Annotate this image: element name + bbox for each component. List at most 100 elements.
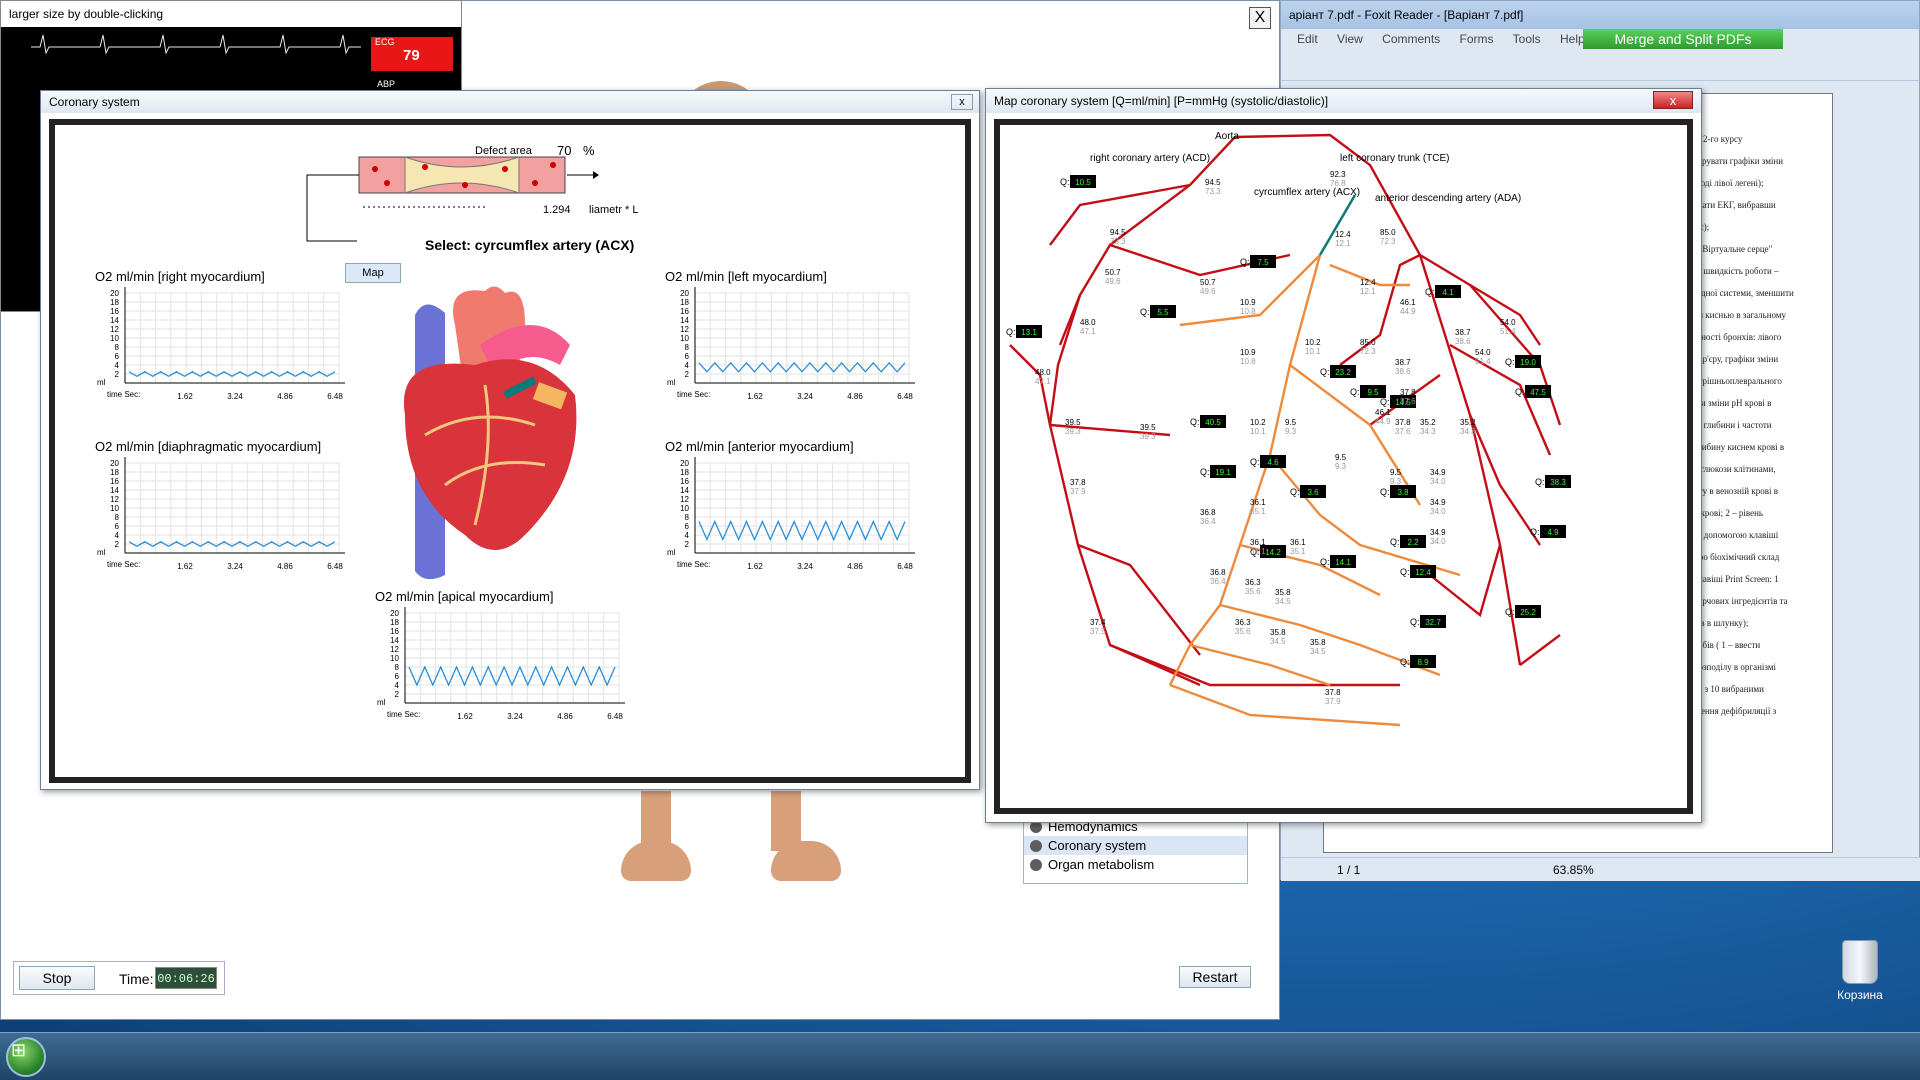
pressure-diastolic: 37.6: [1395, 427, 1411, 436]
pressure-systolic: 94.5: [1205, 178, 1221, 187]
pressure-diastolic: 72.3: [1380, 237, 1396, 246]
time-value: 00:06:26: [155, 967, 217, 989]
pressure-systolic: 92.3: [1330, 170, 1346, 179]
pdf-text-line: увати ЕКГ, вибравши: [1694, 200, 1776, 210]
menu-forms[interactable]: Forms: [1460, 32, 1494, 46]
recycle-bin[interactable]: Корзина: [1820, 940, 1900, 1002]
flow-value: 5.5: [1157, 308, 1169, 317]
pressure-systolic: 35.8: [1275, 588, 1291, 597]
pressure-systolic: 9.5: [1335, 453, 1347, 462]
pressure-diastolic: 34.3: [1460, 427, 1476, 436]
flow-q-label: Q:: [1515, 387, 1525, 397]
vessel-segment: [1419, 253, 1562, 426]
flow-value: 38.3: [1550, 478, 1566, 487]
menu-tools[interactable]: Tools: [1513, 32, 1541, 46]
flow-q-label: Q:: [1320, 557, 1330, 567]
map-title: Map coronary system [Q=ml/min] [P=mmHg (…: [986, 89, 1701, 113]
pressure-diastolic: 73.3: [1205, 187, 1221, 196]
pdf-text-line: тів в шлунку);: [1694, 618, 1749, 628]
menu-edit[interactable]: Edit: [1297, 32, 1318, 46]
pressure-diastolic: 36.4: [1210, 577, 1226, 586]
flow-value: 40.5: [1205, 418, 1221, 427]
flow-q-label: Q:: [1400, 657, 1410, 667]
menu-item-organ-metabolism[interactable]: Organ metabolism: [1024, 855, 1247, 874]
pressure-diastolic: 34.0: [1430, 537, 1446, 546]
vessel-segment: [1169, 683, 1401, 727]
pressure-systolic: 36.3: [1245, 578, 1261, 587]
y-tick-label: 2: [115, 540, 120, 549]
flow-value: 25.2: [1520, 608, 1536, 617]
chart-title: O2 ml/min [anterior myocardium]: [665, 439, 854, 454]
pressure-diastolic: 10.8: [1240, 307, 1256, 316]
flow-q-label: Q:: [1535, 477, 1545, 487]
pressure-diastolic: 38.6: [1395, 367, 1411, 376]
pressure-diastolic: 38.6: [1455, 337, 1471, 346]
merge-split-button[interactable]: Merge and Split PDFs: [1583, 29, 1783, 49]
page-indicator[interactable]: 1 / 1: [1337, 858, 1360, 882]
y-tick-label: 18: [110, 468, 119, 477]
map-window[interactable]: Map coronary system [Q=ml/min] [P=mmHg (…: [985, 88, 1702, 823]
pdf-text-line: глибину киснем крові в: [1694, 442, 1785, 452]
pressure-systolic: 35.8: [1310, 638, 1326, 647]
restart-button[interactable]: Restart: [1179, 966, 1251, 988]
pdf-text-line: в крові; 2 – рівень: [1694, 508, 1763, 518]
taskbar: ⊞: [0, 1032, 1920, 1080]
flow-value: 19.0: [1520, 358, 1536, 367]
zoom-level[interactable]: 63.85%: [1553, 858, 1594, 882]
vessel-segment: [1058, 294, 1082, 346]
coronary-window[interactable]: Coronary system x Defect area 70 % 1.294…: [40, 90, 980, 790]
menu-comments[interactable]: Comments: [1382, 32, 1440, 46]
pressure-systolic: 50.7: [1105, 268, 1121, 277]
menu-item-coronary[interactable]: Coronary system: [1024, 836, 1247, 855]
pressure-diastolic: 47.1: [1035, 377, 1051, 386]
pressure-systolic: 35.2: [1460, 418, 1476, 427]
y-tick-label: 8: [685, 343, 690, 352]
y-tick-label: 16: [680, 477, 689, 486]
flow-value: 3.6: [1307, 488, 1319, 497]
vessel-segment: [1048, 136, 1236, 687]
close-button[interactable]: X: [1249, 7, 1271, 29]
chart-left-myocardium: O2 ml/min [left myocardium] 20 18 16 14 12 10…: [665, 269, 925, 409]
pdf-text-line: ілення дефібриляції з: [1694, 706, 1777, 716]
pressure-systolic: 9.5: [1390, 468, 1402, 477]
y-tick-label: 16: [110, 477, 119, 486]
pressure-diastolic: 10.1: [1250, 427, 1266, 436]
defect-label: Defect area: [475, 145, 532, 157]
y-tick-label: 14: [680, 316, 689, 325]
y-tick-label: 4: [115, 531, 120, 540]
stop-button[interactable]: Stop: [19, 966, 95, 990]
menu-view[interactable]: View: [1337, 32, 1363, 46]
y-tick-label: 10: [680, 504, 689, 513]
pressure-systolic: 50.7: [1200, 278, 1216, 287]
y-tick-label: 16: [110, 307, 119, 316]
pdf-text-line: нту в венозній крові в: [1694, 486, 1778, 496]
pressure-systolic: 10.9: [1240, 348, 1256, 357]
x-tick-label: 3.24: [227, 392, 243, 401]
pressure-diastolic: 39.3: [1065, 427, 1081, 436]
pressure-systolic: 37.8: [1395, 418, 1411, 427]
close-icon[interactable]: x: [951, 94, 973, 110]
time-label: Time:: [119, 971, 154, 987]
pressure-systolic: 34.9: [1430, 528, 1446, 537]
pressure-diastolic: 37.6: [1400, 397, 1416, 406]
close-icon[interactable]: x: [1653, 91, 1693, 109]
pressure-diastolic: 47.1: [1080, 327, 1096, 336]
flow-q-label: Q:: [1380, 397, 1390, 407]
pdf-text-line: іводі лівої легені);: [1694, 178, 1764, 188]
pdf-text-line: за допомогою клавіші: [1694, 530, 1779, 540]
flow-q-label: Q:: [1320, 367, 1330, 377]
x-tick-label: 1.62: [177, 562, 193, 571]
pdf-text-line: ні глибини і частоти: [1694, 420, 1772, 430]
pressure-diastolic: 9.3: [1335, 462, 1347, 471]
module-menu: Hemodynamics Coronary system Organ metab…: [1023, 816, 1248, 884]
x-axis-label: time Sec:: [107, 390, 140, 399]
menu-help[interactable]: Help: [1560, 32, 1585, 46]
coronary-title: Coronary system: [41, 91, 979, 113]
defect-value[interactable]: 70: [557, 143, 571, 158]
y-tick-label: 18: [680, 298, 689, 307]
patient-figure-feet: [621, 791, 841, 891]
pressure-systolic: 85.0: [1380, 228, 1396, 237]
pressure-systolic: 36.8: [1200, 508, 1216, 517]
pressure-diastolic: 44.9: [1400, 307, 1416, 316]
vessel-tree: Aorta right coronary artery (ACD) left cor…: [1006, 131, 1571, 727]
